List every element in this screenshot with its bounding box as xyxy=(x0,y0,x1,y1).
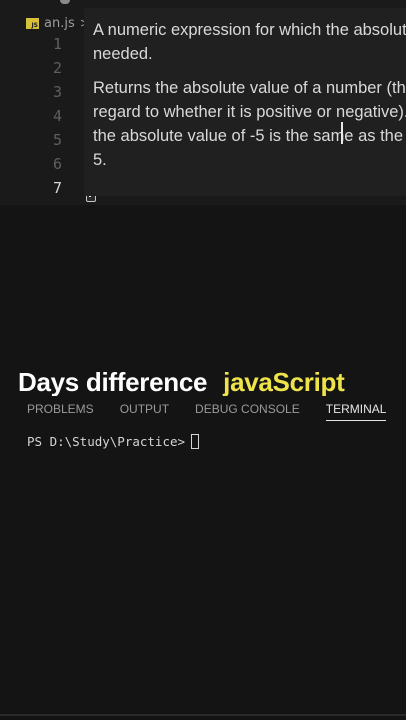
hover-tooltip: A numeric expression for which the absol… xyxy=(84,8,406,196)
tooltip-param-text-line1: A numeric expression for which the absol… xyxy=(93,21,406,39)
bottom-panel: PROBLEMS OUTPUT DEBUG CONSOLE TERMINAL P… xyxy=(0,396,406,720)
tooltip-param-text-line2: needed. xyxy=(93,45,153,63)
video-caption: Days difference javaScript xyxy=(18,364,345,400)
caption-title: Days difference xyxy=(18,366,208,397)
tooltip-description-line2: regard to whether it is positive or nega… xyxy=(93,103,406,121)
terminal-cursor xyxy=(191,434,200,449)
tooltip-description-line1: Returns the absolute value of a number (… xyxy=(93,79,406,97)
line-number: 1 xyxy=(52,35,62,53)
tab-terminal[interactable]: TERMINAL xyxy=(325,402,387,421)
line-number: 4 xyxy=(52,107,62,125)
tooltip-description-line3: the absolute value of -5 is the same as … xyxy=(93,127,406,145)
terminal-prompt: PS D:\Study\Practice> xyxy=(27,434,186,449)
ibeam-cursor-icon xyxy=(340,122,344,144)
line-number-active: 7 xyxy=(52,179,62,197)
code-editor[interactable]: JS an.js > 1 2 3 4 5 6 7 A numeric expre… xyxy=(0,0,406,205)
tab-problems[interactable]: PROBLEMS xyxy=(27,402,94,421)
caption-language: javaScript xyxy=(223,366,345,397)
file-breadcrumb[interactable]: JS an.js > xyxy=(26,14,90,32)
line-number: 2 xyxy=(52,59,62,77)
tab-output[interactable]: OUTPUT xyxy=(120,402,169,421)
line-number: 6 xyxy=(52,155,62,173)
tab-debug-console[interactable]: DEBUG CONSOLE xyxy=(195,402,300,421)
scroll-indicator xyxy=(60,0,70,4)
file-name: an.js xyxy=(44,15,75,31)
javascript-file-icon: JS xyxy=(26,17,39,29)
tooltip-description-line4: 5. xyxy=(93,151,107,169)
line-number: 5 xyxy=(52,131,62,149)
terminal-input[interactable]: PS D:\Study\Practice> xyxy=(27,434,200,449)
divider xyxy=(0,714,406,716)
line-number-gutter: 1 2 3 4 5 6 7 xyxy=(36,32,62,200)
panel-tabs: PROBLEMS OUTPUT DEBUG CONSOLE TERMINAL xyxy=(27,402,387,421)
line-number: 3 xyxy=(52,83,62,101)
